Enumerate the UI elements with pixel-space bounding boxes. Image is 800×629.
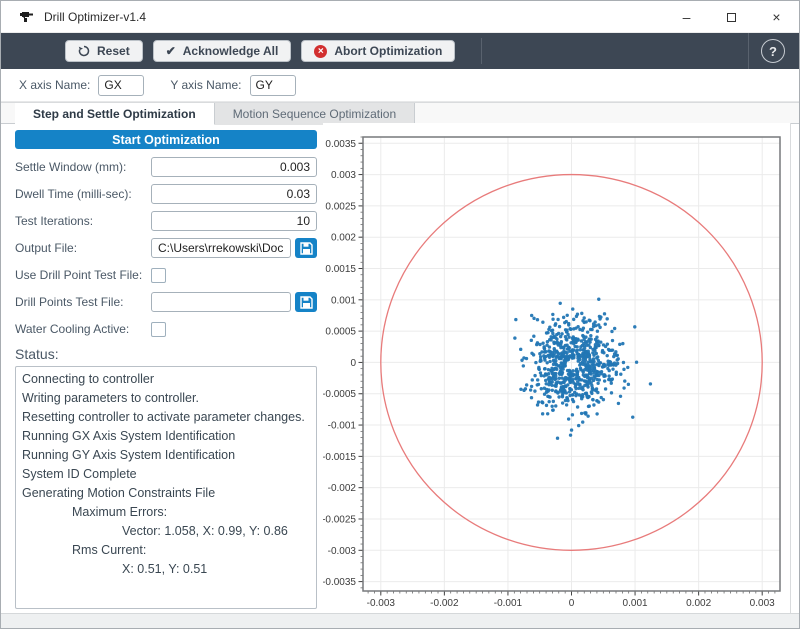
- svg-text:0.0035: 0.0035: [325, 139, 356, 150]
- help-button[interactable]: ?: [761, 39, 785, 63]
- test-iterations-row: Test Iterations:: [15, 211, 317, 231]
- window-title: Drill Optimizer-v1.4: [44, 10, 146, 24]
- svg-text:-0.002: -0.002: [328, 483, 357, 494]
- title-bar: Drill Optimizer-v1.4 – ×: [1, 1, 799, 33]
- drill-points-file-row: Drill Points Test File:: [15, 292, 317, 312]
- svg-text:0.003: 0.003: [750, 598, 775, 609]
- settle-window-row: Settle Window (mm):: [15, 157, 317, 177]
- svg-text:0.0025: 0.0025: [325, 201, 356, 212]
- status-line: Maximum Errors:: [22, 503, 310, 522]
- close-button[interactable]: ×: [754, 1, 799, 33]
- status-log[interactable]: Connecting to controllerWriting paramete…: [15, 366, 317, 609]
- status-line: X: 0.51, Y: 0.51: [22, 560, 310, 579]
- svg-text:-0.001: -0.001: [328, 421, 357, 432]
- water-cooling-checkbox[interactable]: [151, 322, 166, 337]
- svg-text:0.001: 0.001: [331, 295, 356, 306]
- save-icon: [300, 242, 313, 255]
- y-axis-name-input[interactable]: [250, 75, 296, 96]
- check-icon: ✔: [166, 44, 176, 58]
- use-drill-point-row: Use Drill Point Test File:: [15, 265, 317, 285]
- drill-icon: [19, 9, 35, 25]
- axis-name-row: X axis Name: Y axis Name:: [1, 69, 799, 102]
- maximize-button[interactable]: [709, 1, 754, 33]
- abort-icon: ×: [314, 45, 327, 58]
- status-line: Running GY Axis System Identification: [22, 446, 310, 465]
- abort-optimization-button[interactable]: × Abort Optimization: [301, 40, 455, 62]
- svg-text:-0.0015: -0.0015: [323, 452, 356, 463]
- test-iterations-input[interactable]: [151, 211, 317, 231]
- use-drill-point-checkbox[interactable]: [151, 268, 166, 283]
- svg-text:0.0005: 0.0005: [325, 327, 356, 338]
- svg-text:0.003: 0.003: [331, 170, 356, 181]
- x-axis-name-label: X axis Name:: [19, 78, 90, 92]
- abort-optimization-label: Abort Optimization: [334, 44, 442, 58]
- save-icon: [300, 296, 313, 309]
- settings-panel: Start Optimization Settle Window (mm): D…: [15, 130, 317, 609]
- status-line: Resetting controller to activate paramet…: [22, 408, 310, 427]
- app-window: Drill Optimizer-v1.4 – × Reset ✔ Acknowl…: [0, 0, 800, 629]
- status-line: Writing parameters to controller.: [22, 389, 310, 408]
- reset-icon: [78, 45, 90, 57]
- svg-text:0.001: 0.001: [623, 598, 648, 609]
- bottom-status-strip: [1, 613, 799, 628]
- drill-points-save-button[interactable]: [295, 292, 317, 312]
- drill-points-file-label: Drill Points Test File:: [15, 295, 151, 309]
- status-line: System ID Complete: [22, 465, 310, 484]
- toolbar-separator-right: [748, 33, 749, 69]
- svg-text:0: 0: [569, 598, 575, 609]
- dwell-time-input[interactable]: [151, 184, 317, 204]
- toolbar: Reset ✔ Acknowledge All × Abort Optimiza…: [1, 33, 799, 69]
- svg-text:-0.003: -0.003: [367, 598, 396, 609]
- tab-bar: Step and Settle Optimization Motion Sequ…: [1, 102, 799, 124]
- dwell-time-label: Dwell Time (milli-sec):: [15, 187, 151, 201]
- x-axis-name-input[interactable]: [98, 75, 144, 96]
- svg-text:0: 0: [350, 358, 356, 369]
- use-drill-point-label: Use Drill Point Test File:: [15, 268, 151, 282]
- test-iterations-label: Test Iterations:: [15, 214, 151, 228]
- svg-text:0.002: 0.002: [331, 233, 356, 244]
- status-heading: Status:: [15, 346, 317, 362]
- svg-text:-0.0035: -0.0035: [323, 577, 356, 588]
- settle-window-input[interactable]: [151, 157, 317, 177]
- output-file-input[interactable]: [151, 238, 291, 258]
- status-line: Generating Motion Constraints File: [22, 484, 310, 503]
- svg-text:-0.0025: -0.0025: [323, 514, 356, 525]
- start-optimization-button[interactable]: Start Optimization: [15, 130, 317, 149]
- svg-text:-0.0005: -0.0005: [323, 389, 356, 400]
- svg-text:-0.001: -0.001: [494, 598, 523, 609]
- status-line: Rms Current:: [22, 541, 310, 560]
- toolbar-separator: [481, 38, 482, 64]
- minimize-button[interactable]: –: [664, 1, 709, 33]
- water-cooling-label: Water Cooling Active:: [15, 322, 151, 336]
- dwell-time-row: Dwell Time (milli-sec):: [15, 184, 317, 204]
- output-file-label: Output File:: [15, 241, 151, 255]
- drill-points-file-input[interactable]: [151, 292, 291, 312]
- svg-text:0.002: 0.002: [686, 598, 711, 609]
- svg-text:-0.003: -0.003: [328, 546, 357, 557]
- settle-window-label: Settle Window (mm):: [15, 160, 151, 174]
- reset-button[interactable]: Reset: [65, 40, 143, 62]
- svg-text:-0.002: -0.002: [430, 598, 459, 609]
- maximize-icon: [727, 13, 736, 22]
- acknowledge-all-button[interactable]: ✔ Acknowledge All: [153, 40, 292, 62]
- window-controls: – ×: [664, 1, 799, 33]
- water-cooling-row: Water Cooling Active:: [15, 319, 317, 339]
- status-line: Running GX Axis System Identification: [22, 427, 310, 446]
- output-file-save-button[interactable]: [295, 238, 317, 258]
- scatter-plot: -0.003 -0.002 -0.001 0 0.001 0.002 0.003 0.0035…: [323, 123, 791, 613]
- y-axis-name-label: Y axis Name:: [170, 78, 241, 92]
- output-file-row: Output File:: [15, 238, 317, 258]
- tab-step-and-settle[interactable]: Step and Settle Optimization: [15, 103, 215, 125]
- plot-panel: -0.003 -0.002 -0.001 0 0.001 0.002 0.003 0.0035…: [323, 123, 791, 613]
- reset-label: Reset: [97, 44, 130, 58]
- status-line: Connecting to controller: [22, 370, 310, 389]
- svg-text:0.0015: 0.0015: [325, 264, 356, 275]
- status-line: Vector: 1.058, X: 0.99, Y: 0.86: [22, 522, 310, 541]
- acknowledge-all-label: Acknowledge All: [183, 44, 279, 58]
- tab-motion-sequence[interactable]: Motion Sequence Optimization: [215, 103, 415, 125]
